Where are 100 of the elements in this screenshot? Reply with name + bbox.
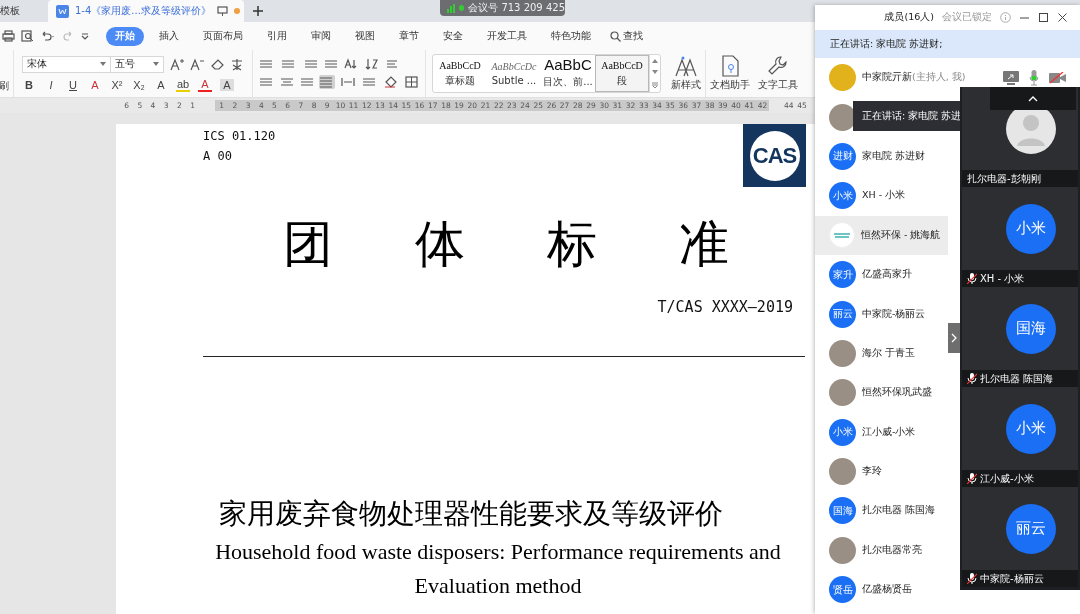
document-tab[interactable]: 模板	[0, 0, 48, 22]
avatar: 国海	[1006, 303, 1056, 354]
photo-placeholder	[829, 458, 856, 486]
search-button[interactable]: 查找	[610, 29, 643, 43]
close-icon[interactable]	[1057, 12, 1068, 23]
more-styles-icon[interactable]	[652, 82, 658, 89]
style-item[interactable]: AaBbCcDc Subtle ...	[487, 55, 541, 92]
redo-icon[interactable]	[62, 30, 74, 42]
grow-font-icon[interactable]	[170, 57, 184, 71]
video-tile[interactable]: 小米 XH - 小米	[962, 187, 1078, 287]
text-direction-icon[interactable]	[343, 58, 359, 70]
style-item[interactable]: AaBbCcD 章标题	[433, 55, 487, 92]
bullet-list-icon[interactable]	[259, 58, 275, 70]
meeting-number: 会议号 713 209 425	[468, 1, 565, 15]
status-dot	[459, 5, 465, 11]
undo-icon[interactable]	[40, 30, 56, 42]
document-icon	[720, 55, 740, 77]
scroll-up-icon[interactable]	[652, 58, 658, 63]
format-button[interactable]: B	[22, 78, 36, 91]
member-row[interactable]: 家升 亿盛高家升	[815, 254, 948, 295]
member-row[interactable]: 国海 扎尔电器 陈国海	[815, 491, 948, 531]
member-row[interactable]: 小米 XH - 小米	[815, 176, 948, 216]
format-button[interactable]: A	[88, 78, 102, 91]
name-bar: 江小威-小米	[962, 470, 1078, 487]
video-tile[interactable]: 国海 扎尔电器 陈国海	[962, 287, 1078, 387]
numbered-list-icon[interactable]	[281, 58, 297, 70]
align-right-icon[interactable]	[299, 76, 313, 88]
member-row[interactable]: 海尔 于青玉	[815, 333, 948, 374]
avatar: 小米	[1006, 203, 1056, 254]
video-tile[interactable]: 丽云 中家院-杨丽云	[962, 487, 1078, 587]
photo-placeholder	[829, 536, 856, 564]
style-item[interactable]: AaBbC 目次、前...	[541, 55, 595, 92]
justify-icon[interactable]	[319, 75, 335, 89]
print-preview-icon[interactable]	[21, 30, 34, 42]
format-painter-label: 刷	[0, 79, 10, 93]
eraser-icon[interactable]	[210, 57, 224, 71]
text-tools-button[interactable]: 文字工具	[754, 50, 802, 97]
member-row[interactable]: 丽云 中家院-杨丽云	[815, 294, 948, 334]
menu-tab[interactable]: 章节	[390, 26, 428, 46]
document-icon[interactable]	[56, 4, 69, 18]
format-button[interactable]: I	[44, 78, 58, 91]
line-spacing-icon[interactable]	[385, 58, 399, 70]
align-center-icon[interactable]	[279, 76, 293, 88]
member-row[interactable]: 小米 江小威-小米	[815, 412, 948, 452]
camera-off-icon[interactable]	[1049, 71, 1066, 84]
new-tab-icon[interactable]	[252, 5, 264, 17]
screen-share-icon[interactable]	[1003, 70, 1019, 85]
standard-number: T/CAS XXXX—2019	[656, 298, 793, 316]
format-button[interactable]: A	[220, 78, 234, 91]
format-button[interactable]: U	[66, 78, 80, 91]
print-icon[interactable]	[2, 30, 15, 42]
english-title: Household food waste disposers: Performance requirements and Evaluation method	[214, 538, 782, 600]
menu-tab[interactable]: 安全	[434, 26, 472, 46]
menu-tab[interactable]: 审阅	[302, 26, 340, 46]
collapse-handle-icon[interactable]	[948, 323, 960, 353]
font-size-select[interactable]: 五号	[110, 55, 164, 73]
avatar: 国海	[829, 497, 856, 525]
info-icon[interactable]	[1000, 12, 1011, 23]
menu-tab[interactable]: 插入	[150, 26, 188, 46]
microphone-icon[interactable]	[1029, 69, 1039, 86]
avatar: 家升	[829, 261, 856, 289]
scroll-down-icon[interactable]	[652, 70, 658, 75]
menu-tab[interactable]: 页面布局	[194, 26, 252, 46]
format-button[interactable]: ab	[176, 77, 190, 92]
document-tab[interactable]: 1-4《家用废...求及等级评价》	[48, 0, 244, 22]
format-button[interactable]: A	[198, 77, 212, 92]
menu-tab[interactable]: 特色功能	[542, 26, 600, 46]
new-style-button[interactable]: 新样式	[667, 50, 705, 97]
menu-tab[interactable]: 视图	[346, 26, 384, 46]
photo-placeholder	[829, 339, 856, 367]
align-left-icon[interactable]	[259, 76, 273, 88]
shading-icon[interactable]	[383, 76, 399, 88]
format-button[interactable]: X²	[110, 78, 124, 91]
format-button[interactable]: A	[154, 78, 168, 91]
member-row[interactable]: 恒然环保 - 姚海航	[815, 215, 948, 255]
indent-icon[interactable]	[323, 58, 337, 70]
sort-icon[interactable]	[365, 58, 379, 70]
menu-tab[interactable]: 引用	[258, 26, 296, 46]
document-helper-button[interactable]: 文档助手	[705, 50, 754, 97]
outdent-icon[interactable]	[303, 58, 317, 70]
maximize-icon[interactable]	[1038, 12, 1049, 23]
member-row[interactable]: 进财 家电院 苏进财	[815, 136, 948, 177]
shrink-font-icon[interactable]	[190, 57, 204, 71]
member-row[interactable]: 扎尔电器常亮	[815, 530, 948, 571]
member-row[interactable]: 李玲	[815, 451, 948, 492]
format-button[interactable]: X₂	[132, 78, 146, 91]
dropdown-icon[interactable]	[80, 30, 90, 42]
member-row[interactable]: 恒然环保巩武盛	[815, 373, 948, 413]
style-item[interactable]: AaBbCcD 段	[595, 55, 649, 92]
logo-avatar-icon	[829, 222, 855, 249]
distribute-icon[interactable]	[341, 76, 355, 88]
video-tile[interactable]: 小米 江小威-小米	[962, 387, 1078, 487]
member-row[interactable]: 贤岳 亿盛杨贤岳	[815, 570, 948, 610]
menu-tab[interactable]: 开发工具	[478, 26, 536, 46]
paragraph-spacing-icon[interactable]	[361, 76, 377, 88]
monitor-icon[interactable]	[216, 5, 228, 17]
lock-status: 会议已锁定	[942, 11, 992, 24]
font-select[interactable]: 宋体	[22, 55, 111, 73]
borders-icon[interactable]	[405, 76, 419, 88]
wrench-icon	[767, 55, 789, 77]
